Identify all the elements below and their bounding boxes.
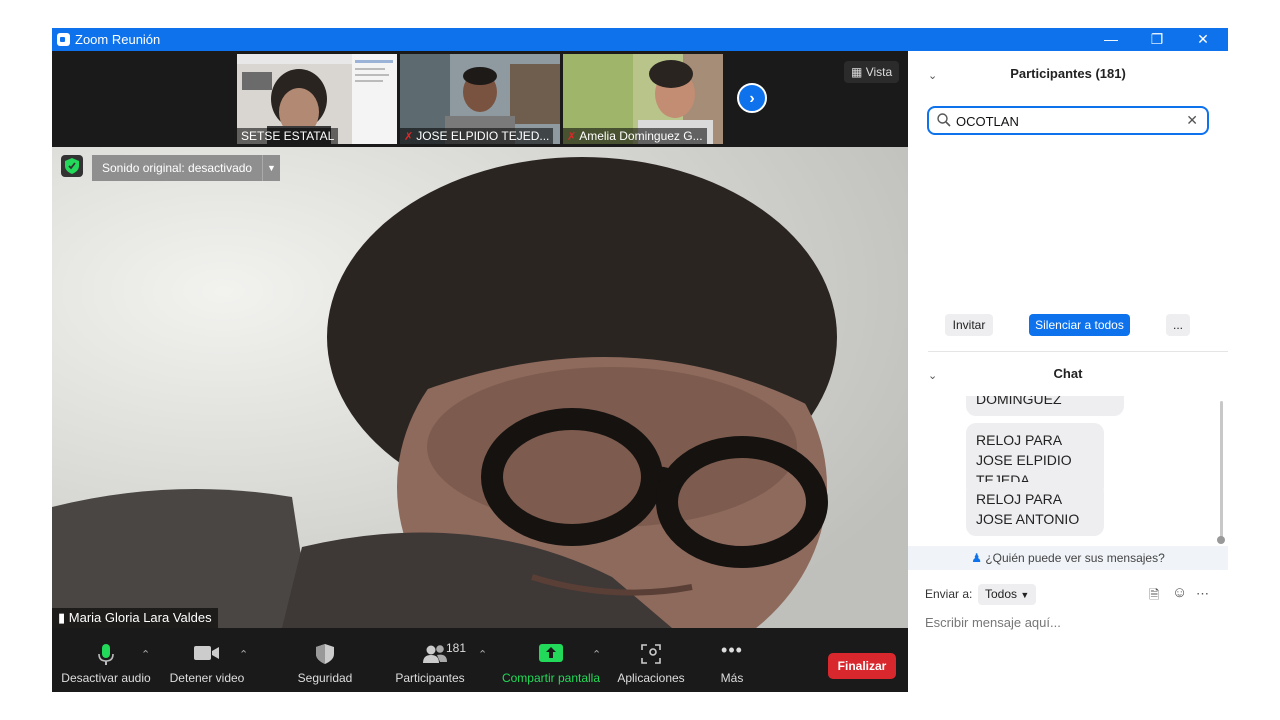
more-button[interactable]: ••• Más: [708, 628, 756, 692]
audio-options-chevron-icon[interactable]: ⌃: [141, 648, 150, 661]
share-options-chevron-icon[interactable]: ⌃: [592, 648, 601, 661]
participants-button[interactable]: 181 Participantes: [388, 628, 472, 692]
participants-icon: [423, 644, 447, 667]
chat-scroll-thumb[interactable]: [1217, 536, 1225, 544]
shield-icon: [316, 644, 334, 667]
thumbnail-jose-elpidio[interactable]: ✗ JOSE ELPIDIO TEJED...: [400, 54, 560, 144]
share-screen-icon: [539, 644, 563, 665]
apps-button[interactable]: Aplicaciones: [612, 628, 690, 692]
minimize-button[interactable]: —: [1088, 28, 1134, 51]
meeting-toolbar: Desactivar audio ⌃ Detener video ⌃ Segur…: [52, 628, 908, 692]
thumbnail-name-text: JOSE ELPIDIO TEJED...: [416, 129, 550, 143]
side-panel: ⌄ Participantes (181) OCOTLAN ✕ Invitar …: [908, 51, 1228, 692]
apps-label: Aplicaciones: [617, 671, 685, 685]
participants-more-button[interactable]: ...: [1166, 314, 1190, 336]
clear-search-icon[interactable]: ✕: [1186, 112, 1198, 129]
stop-video-button[interactable]: Detener video: [164, 628, 250, 692]
chat-title: Chat: [1053, 366, 1083, 381]
window-title: Zoom Reunión: [75, 32, 161, 47]
mute-all-button[interactable]: Silenciar a todos: [1029, 314, 1130, 336]
video-stage: SETSE ESTATAL ✗ JOSE ELPIDIO TEJED... ✗ …: [52, 51, 908, 628]
chat-message: DOMINGUEZ: [966, 396, 1124, 416]
camera-icon: [194, 644, 220, 665]
chat-message-input[interactable]: [925, 615, 1215, 630]
thumbnail-name: ✗ JOSE ELPIDIO TEJED...: [400, 128, 554, 144]
thumbnail-amelia-dominguez[interactable]: ✗ Amelia Dominguez G...: [563, 54, 723, 144]
send-to-value: Todos: [985, 587, 1018, 601]
emoji-icon[interactable]: ☺: [1172, 584, 1187, 601]
message-visibility-text: ¿Quién puede ver sus mensajes?: [985, 551, 1165, 565]
zoom-app-icon: [57, 33, 70, 46]
end-meeting-button[interactable]: Finalizar: [828, 653, 896, 679]
person-info-icon: ♟: [971, 551, 982, 565]
signal-strength-icon: ▮: [58, 610, 66, 625]
security-button[interactable]: Seguridad: [288, 628, 362, 692]
invite-button[interactable]: Invitar: [945, 314, 993, 336]
chat-more-icon[interactable]: ⋯: [1196, 586, 1209, 602]
thumbnail-name-text: Amelia Dominguez G...: [579, 129, 703, 143]
participants-label: Participantes: [395, 671, 465, 685]
speaker-name-label: ▮ Maria Gloria Lara Valdes: [52, 608, 218, 628]
audio-label: Desactivar audio: [61, 671, 151, 685]
next-page-arrow-icon[interactable]: ›: [737, 83, 767, 113]
active-speaker-video: [52, 147, 908, 628]
mute-audio-button[interactable]: Desactivar audio: [58, 628, 154, 692]
thumbnail-name: ✗ Amelia Dominguez G...: [563, 128, 707, 144]
security-label: Seguridad: [297, 671, 353, 685]
security-shield-icon[interactable]: [61, 155, 83, 177]
video-options-chevron-icon[interactable]: ⌃: [239, 648, 248, 661]
share-screen-button[interactable]: Compartir pantalla: [498, 628, 604, 692]
restore-button[interactable]: ❐: [1134, 28, 1180, 51]
send-to-dropdown[interactable]: Todos ▼: [978, 584, 1037, 605]
thumbnail-name: SETSE ESTATAL: [237, 128, 339, 144]
microphone-icon: [98, 644, 114, 669]
view-button[interactable]: ▦ Vista: [844, 61, 900, 83]
chevron-down-icon: ▼: [1020, 590, 1030, 600]
search-icon: [937, 113, 951, 127]
grid-icon: ▦: [851, 65, 863, 79]
participant-search-input[interactable]: OCOTLAN ✕: [927, 106, 1209, 135]
panel-divider: [928, 351, 1228, 352]
title-bar: Zoom Reunión — ❐ ✕: [52, 28, 1228, 51]
chat-message: RELOJ PARA JOSE ANTONIO: [966, 482, 1104, 536]
participants-count: 181: [446, 641, 467, 655]
main-video: Sonido original: desactivado ▼ ▮ Maria G…: [52, 147, 908, 628]
send-to-label: Enviar a:: [925, 587, 973, 601]
thumbnail-strip: SETSE ESTATAL ✗ JOSE ELPIDIO TEJED... ✗ …: [52, 51, 908, 147]
more-dots-icon: •••: [721, 640, 743, 660]
speaker-name: Maria Gloria Lara Valdes: [68, 610, 212, 625]
thumbnail-setse-estatal[interactable]: SETSE ESTATAL: [237, 54, 397, 144]
more-label: Más: [720, 671, 744, 685]
close-window-button[interactable]: ✕: [1180, 28, 1226, 51]
mic-muted-icon: ✗: [567, 131, 577, 143]
apps-icon: [641, 644, 661, 667]
mic-muted-icon: ✗: [404, 131, 414, 143]
message-visibility-link[interactable]: ♟ ¿Quién puede ver sus mensajes?: [908, 546, 1228, 570]
view-label: Vista: [865, 65, 893, 79]
search-value: OCOTLAN: [956, 114, 1019, 129]
participants-title: Participantes (181): [1010, 66, 1126, 81]
share-screen-label: Compartir pantalla: [501, 671, 601, 685]
file-icon[interactable]: 🗎: [1149, 586, 1159, 608]
video-label: Detener video: [169, 671, 245, 685]
sound-options-chevron-icon[interactable]: ▼: [262, 155, 280, 181]
chat-messages: DOMINGUEZ RELOJ PARA JOSE ELPIDIO TEJEDA…: [908, 396, 1228, 546]
original-sound-button[interactable]: Sonido original: desactivado: [92, 155, 263, 181]
zoom-window: Zoom Reunión — ❐ ✕ SETSE ESTATAL ✗ JOSE …: [52, 28, 1228, 692]
participants-options-chevron-icon[interactable]: ⌃: [478, 648, 487, 661]
chat-scrollbar[interactable]: [1220, 401, 1223, 541]
